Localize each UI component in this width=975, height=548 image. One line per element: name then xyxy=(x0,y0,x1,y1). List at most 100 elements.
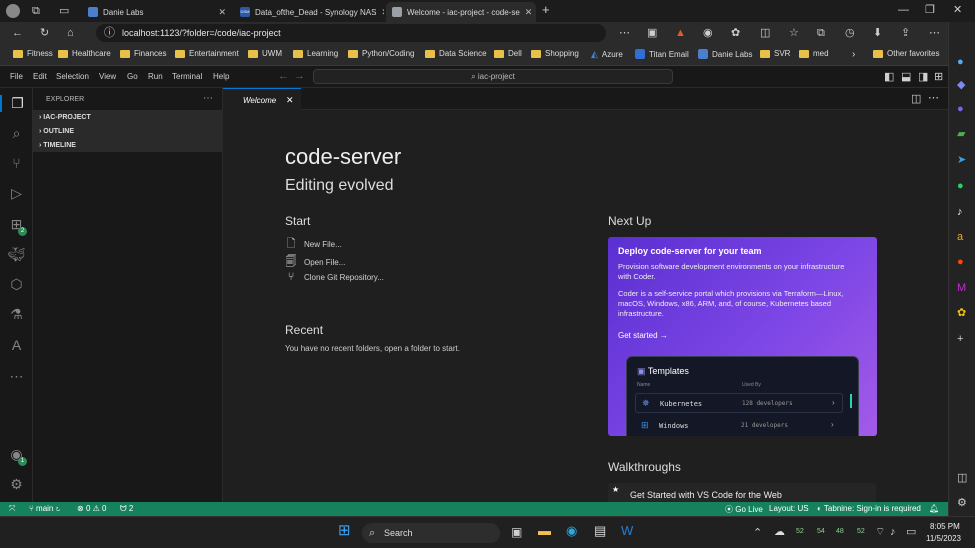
accounts-icon[interactable]: ◉ xyxy=(0,446,33,463)
browser-tab-active[interactable]: Welcome - iac-project - code-se ✕ xyxy=(386,2,536,22)
bookmark-item[interactable]: ◭ Azure xyxy=(591,49,623,60)
refresh-icon[interactable]: ↻ xyxy=(40,27,49,39)
clone-repo-link[interactable]: ⑂ Clone Git Repository... xyxy=(285,271,384,283)
brave-shield-icon[interactable]: ▲ xyxy=(675,27,686,39)
close-icon[interactable]: ✕ xyxy=(381,7,384,18)
walkthrough-item[interactable]: ★ Get Started with VS Code for the Web xyxy=(608,483,876,502)
docker-icon[interactable]: 🐳︎ xyxy=(0,246,33,263)
share-icon[interactable]: ⇪ xyxy=(901,27,910,39)
explorer-icon[interactable]: ❐ xyxy=(0,95,33,112)
location-icon[interactable]: ◉ xyxy=(703,27,713,39)
bookmark-item[interactable]: Titan Email xyxy=(635,49,689,59)
puzzle-icon[interactable]: ✿ xyxy=(731,27,740,39)
bookmark-item[interactable]: Other favorites xyxy=(873,49,939,58)
nav-forward-icon[interactable]: → xyxy=(294,70,305,82)
more-actions-icon[interactable]: ⋯ xyxy=(928,92,939,104)
task-view-icon[interactable]: ▣ xyxy=(511,526,522,538)
bookmark-item[interactable]: med xyxy=(799,49,829,58)
m-app-icon[interactable]: M xyxy=(957,282,966,294)
browser-tab[interactable]: Danie Labs ✕ xyxy=(82,2,232,22)
split-editor-icon[interactable]: ◫ xyxy=(911,93,921,105)
remote-icon[interactable]: ⤧ xyxy=(9,504,15,514)
gear-icon[interactable]: ⚙ xyxy=(957,497,967,509)
file-explorer-icon[interactable]: ▬ xyxy=(538,524,551,537)
tab-welcome[interactable]: Welcome ✕ xyxy=(223,88,301,110)
wifi-icon[interactable]: ⌔ xyxy=(875,526,885,538)
add-icon[interactable]: + xyxy=(957,333,963,345)
run-debug-icon[interactable]: ▷ xyxy=(0,185,33,202)
coder-promo-card[interactable]: Deploy code-server for your team Provisi… xyxy=(608,237,877,436)
close-window-icon[interactable]: ✕ xyxy=(953,4,962,16)
start-icon[interactable]: ⊞ xyxy=(338,523,351,538)
taskbar-search[interactable]: ⌕ Search xyxy=(362,523,500,543)
section-iac-project[interactable]: › IAC-PROJECT xyxy=(39,114,91,121)
send-icon[interactable]: ➤ xyxy=(957,154,966,166)
toggle-secondary-sidebar-icon[interactable]: ◨ xyxy=(918,71,928,83)
open-file-link[interactable]: 🗐︎ Open File... xyxy=(285,253,346,272)
section-outline[interactable]: › OUTLINE xyxy=(39,128,74,135)
extensions-icon[interactable]: ⊞ xyxy=(0,216,33,233)
get-started-link[interactable]: Get started → xyxy=(618,331,668,340)
bookmark-item[interactable]: Dell xyxy=(494,49,522,58)
menu-run[interactable]: Run xyxy=(148,72,163,81)
menu-view[interactable]: View xyxy=(99,72,116,81)
settings-more-icon[interactable]: ⋯ xyxy=(929,27,940,39)
maximize-icon[interactable]: ❐ xyxy=(925,4,935,16)
home-icon[interactable]: ⌂ xyxy=(67,27,74,39)
collections-icon[interactable]: ⧉ xyxy=(817,27,825,39)
tab-actions-icon[interactable]: ▭ xyxy=(59,5,69,17)
clock-time[interactable]: 8:05 PM xyxy=(930,522,960,531)
close-icon[interactable]: ✕ xyxy=(218,7,226,18)
more-icon[interactable]: ⋯ xyxy=(0,368,33,385)
toggle-sidebar-icon[interactable]: ◧ xyxy=(884,71,894,83)
menu-edit[interactable]: Edit xyxy=(33,72,47,81)
close-icon[interactable]: ✕ xyxy=(525,7,533,18)
ports-indicator[interactable]: ᗢ 2 xyxy=(120,504,133,514)
bookmark-item[interactable]: UWM xyxy=(248,49,282,58)
more-dots-icon[interactable]: ⋯ xyxy=(619,27,630,39)
apps-icon[interactable]: ● xyxy=(957,103,964,115)
azure-icon[interactable]: A xyxy=(0,337,33,353)
menu-file[interactable]: File xyxy=(10,72,23,81)
site-info-icon[interactable]: ⓘ xyxy=(104,27,115,39)
source-control-icon[interactable]: ⑂ xyxy=(0,155,33,171)
download-icon[interactable]: ⬇ xyxy=(873,27,882,39)
edge-icon[interactable]: ◉ xyxy=(566,524,577,537)
menu-help[interactable]: Help xyxy=(213,72,229,81)
back-icon[interactable]: ← xyxy=(12,27,23,39)
tabnine-status[interactable]: ◐ Tabnine: Sign-in is required xyxy=(817,504,921,513)
customize-layout-icon[interactable]: ⊞ xyxy=(934,71,943,83)
bookmark-item[interactable]: SVR xyxy=(760,49,790,58)
kubernetes-icon[interactable]: ⬡ xyxy=(0,276,33,293)
bookmark-item[interactable]: Entertainment xyxy=(175,49,239,58)
address-input[interactable]: ⓘ localhost:1123/?folder=/code/iac-proje… xyxy=(96,24,606,42)
toggle-panel-icon[interactable]: ⬓ xyxy=(901,71,911,83)
tools-icon[interactable]: ▰ xyxy=(957,128,965,140)
branch-indicator[interactable]: ⑂ main ↻ xyxy=(29,504,60,513)
nav-back-icon[interactable]: ← xyxy=(278,70,289,82)
search-icon[interactable]: ⌕ xyxy=(0,125,33,142)
games-icon[interactable]: ✿ xyxy=(957,307,966,319)
minimize-icon[interactable]: — xyxy=(898,4,909,16)
more-actions-icon[interactable]: ⋯ xyxy=(203,93,213,104)
extension-icon[interactable]: ▣ xyxy=(647,27,657,39)
manage-gear-icon[interactable]: ⚙ xyxy=(0,476,33,493)
reddit-icon[interactable]: ● xyxy=(957,256,964,268)
history-icon[interactable]: ◷ xyxy=(845,27,855,39)
favorites-icon[interactable]: ☆ xyxy=(789,27,799,39)
battery-icon[interactable]: ▭ xyxy=(906,526,916,538)
close-icon[interactable]: ✕ xyxy=(286,95,294,106)
sidebar-layout-icon[interactable]: ◫ xyxy=(957,472,967,484)
browser-tab[interactable]: DSM Data_ofthe_Dead - Synology NAS ✕ xyxy=(234,2,384,22)
weather-icon[interactable]: ☁ xyxy=(774,526,785,538)
bookmark-item[interactable]: Learning xyxy=(293,49,338,58)
amazon-icon[interactable]: a xyxy=(957,231,963,243)
keyboard-layout[interactable]: Layout: US xyxy=(769,504,809,513)
copilot-shape-icon[interactable]: ◆ xyxy=(957,79,965,91)
split-screen-icon[interactable]: ◫ xyxy=(760,27,770,39)
new-file-link[interactable]: 🗋︎ New File... xyxy=(285,235,342,254)
notifications-icon[interactable]: 🔔︎ xyxy=(929,504,939,513)
bookmark-item[interactable]: Fitness xyxy=(13,49,53,58)
bookmark-item[interactable]: Healthcare xyxy=(58,49,111,58)
volume-icon[interactable]: ♪ xyxy=(890,526,896,538)
